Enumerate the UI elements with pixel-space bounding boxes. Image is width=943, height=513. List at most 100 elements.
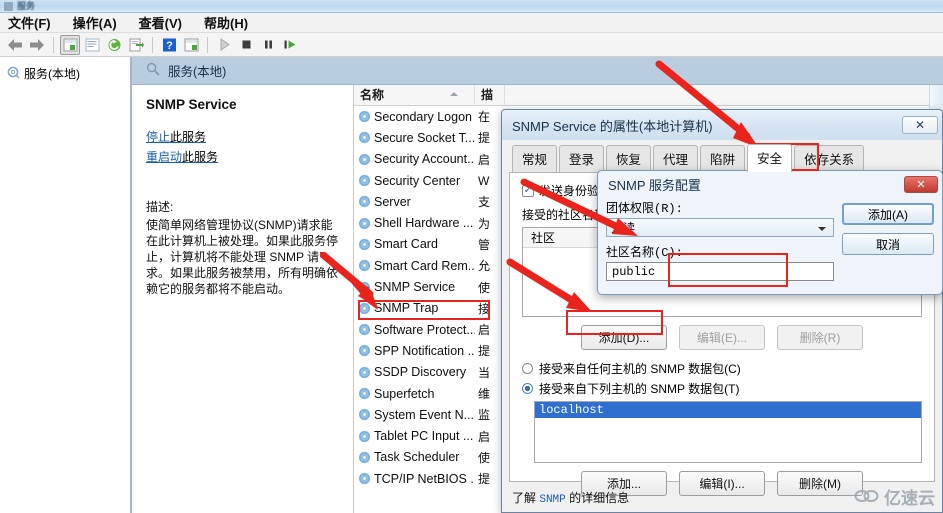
learn-more-suffix: 的详细信息 (565, 491, 630, 505)
chevron-down-icon (818, 227, 826, 231)
service-gear-icon (359, 473, 370, 485)
close-icon[interactable]: ✕ (904, 175, 938, 193)
remove-community-button: 删除(R) (777, 325, 863, 350)
radio-accept-any-host-row[interactable]: 接受来自任何主机的 SNMP 数据包(C) (522, 360, 922, 377)
restart-link-tail: 此服务 (182, 150, 219, 164)
service-gear-icon (359, 302, 370, 314)
service-name-cell: Shell Hardware ... (354, 216, 475, 230)
service-name-label: Security Account... (374, 152, 475, 167)
tab-logon[interactable]: 登录 (559, 145, 605, 172)
service-gear-icon (359, 281, 370, 293)
description-text: 使简单网络管理协议(SNMP)请求能在此计算机上被处理。如果此服务停止，计算机将… (146, 218, 339, 296)
properties-tabstrip: 常规 登录 恢复 代理 陷阱 安全 依存关系 (502, 140, 942, 172)
service-gear-icon (359, 366, 370, 378)
search-icon (146, 62, 160, 79)
restart-service-icon[interactable] (280, 35, 300, 55)
config-dialog-titlebar[interactable]: SNMP 服务配置 ✕ (598, 171, 942, 197)
console-tree-pane: 服务(本地) (0, 57, 131, 513)
menu-help[interactable]: 帮助(H) (204, 12, 258, 33)
tree-item-services-local[interactable]: 服务(本地) (4, 63, 126, 84)
service-name-label: System Event N... (374, 407, 475, 422)
config-dialog-buttons: 添加(A) 取消 (842, 199, 934, 288)
forward-icon[interactable] (27, 35, 47, 55)
column-header-description[interactable]: 描 (475, 85, 505, 106)
community-name-value: public (612, 264, 656, 279)
service-gear-icon (359, 153, 370, 165)
refresh-icon[interactable] (104, 35, 124, 55)
menu-file[interactable]: 文件(F) (8, 12, 61, 33)
service-name-cell: Smart Card (354, 237, 475, 251)
service-name-label: Secondary Logon (374, 109, 472, 124)
stop-service-link[interactable]: 停止此服务 (146, 128, 343, 145)
menu-bar: 文件(F) 操作(A) 查看(V) 帮助(H) (0, 13, 943, 33)
community-name-label: 社区名称(C): (606, 246, 683, 260)
page-title: SNMP Service (146, 97, 237, 112)
service-name-cell: Smart Card Rem... (354, 259, 475, 273)
host-list-item-selected[interactable]: localhost (535, 402, 921, 418)
service-gear-icon (359, 345, 370, 357)
service-name-label: SPP Notification ... (374, 343, 475, 358)
window-title: 服务 (17, 0, 36, 11)
service-gear-icon (359, 451, 370, 463)
service-name-cell: Secondary Logon (354, 110, 475, 124)
menu-view[interactable]: 查看(V) (139, 12, 192, 33)
export-list-icon[interactable] (126, 35, 146, 55)
help-icon[interactable]: ? (159, 35, 179, 55)
tab-general[interactable]: 常规 (512, 145, 558, 172)
service-gear-icon (359, 409, 370, 421)
community-name-input[interactable]: public (606, 262, 834, 281)
permission-dropdown[interactable]: 只读 (606, 218, 834, 237)
restart-link-text: 重启动 (146, 150, 183, 164)
tab-security[interactable]: 安全 (747, 144, 793, 172)
service-gear-icon (359, 111, 370, 123)
toolbar-separator-3 (207, 36, 208, 53)
service-gear-icon (359, 217, 370, 229)
cloud-icon (854, 486, 880, 507)
window-icon (4, 1, 13, 11)
back-icon[interactable] (5, 35, 25, 55)
show-hide-tree-icon[interactable] (60, 34, 80, 55)
tab-traps[interactable]: 陷阱 (700, 145, 746, 172)
service-gear-icon (359, 196, 370, 208)
watermark: 亿速云 (854, 484, 935, 509)
toolbar: ? (0, 33, 943, 57)
properties-icon[interactable] (82, 35, 102, 55)
service-name-cell: Software Protect... (354, 323, 475, 337)
radio-accept-listed-host-label: 接受来自下列主机的 SNMP 数据包(T) (539, 382, 740, 396)
service-name-label: SNMP Service (374, 280, 456, 295)
checkbox-send-auth-trap[interactable]: ✓ (522, 184, 534, 197)
add-community-button[interactable]: 添加(D)... (581, 325, 667, 350)
tab-dependencies[interactable]: 依存关系 (794, 145, 865, 172)
service-name-cell: Superfetch (354, 387, 475, 401)
restart-service-link[interactable]: 重启动此服务 (146, 148, 343, 165)
pause-service-icon[interactable] (258, 35, 278, 55)
radio-accept-any-host[interactable] (522, 363, 533, 374)
service-name-label: Smart Card Rem... (374, 258, 475, 273)
menu-action[interactable]: 操作(A) (73, 12, 127, 33)
edit-host-button[interactable]: 编辑(I)... (679, 471, 765, 496)
service-name-cell: System Event N... (354, 408, 475, 422)
learn-more-prefix: 了解 (512, 491, 540, 505)
radio-accept-listed-host[interactable] (522, 383, 533, 394)
config-cancel-button[interactable]: 取消 (842, 233, 934, 255)
remove-host-button[interactable]: 删除(M) (777, 471, 863, 496)
properties-dialog-titlebar[interactable]: SNMP Service 的属性(本地计算机) ✕ (502, 110, 942, 140)
service-name-cell: Server (354, 195, 475, 209)
accepted-host-list[interactable]: localhost (534, 401, 922, 463)
start-service-icon (214, 35, 234, 55)
properties-dialog-title: SNMP Service 的属性(本地计算机) (512, 118, 713, 134)
column-header-name[interactable]: 名称 (354, 85, 475, 106)
snmp-help-link[interactable]: SNMP (539, 494, 565, 506)
service-name-label: TCP/IP NetBIOS ... (374, 471, 475, 486)
view-icon[interactable] (181, 35, 201, 55)
tab-agent[interactable]: 代理 (653, 145, 699, 172)
config-add-button[interactable]: 添加(A) (842, 203, 934, 225)
svg-text:?: ? (166, 40, 173, 52)
results-pane-header: 服务(本地) (132, 57, 943, 85)
radio-accept-listed-host-row[interactable]: 接受来自下列主机的 SNMP 数据包(T) (522, 380, 922, 397)
permission-label: 团体权限(R): (606, 202, 683, 216)
close-icon[interactable]: ✕ (902, 116, 938, 134)
stop-service-icon[interactable] (236, 35, 256, 55)
tab-recovery[interactable]: 恢复 (606, 145, 652, 172)
column-header-description-label: 描 (481, 87, 494, 102)
